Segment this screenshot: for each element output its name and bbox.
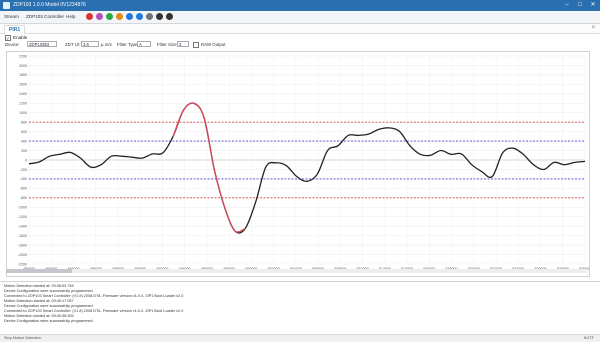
log-line: Device Configuration were successfully p… <box>4 319 93 323</box>
menu-stream[interactable]: Stream <box>4 14 19 19</box>
maximize-icon[interactable]: □ <box>575 1 585 9</box>
title-bar: ZDP103 1.0.0 Model 0V1234876 – □ ✕ <box>0 0 600 11</box>
filter-size-label: Filter Size: <box>157 42 178 47</box>
y-tick-label: -2200 <box>18 262 27 266</box>
toolbar-button-1[interactable] <box>86 13 93 20</box>
signal-chart: -2200-2000-1800-1600-1400-1200-1000-800-… <box>18 54 589 271</box>
scroll-thumb[interactable] <box>6 269 72 273</box>
log-line: Motion Detection started at: 09:36:53.74… <box>4 284 74 288</box>
log-panel: Motion Detection started at: 09:36:53.74… <box>0 281 600 335</box>
status-left: Stop Motion Detection <box>4 336 42 340</box>
filter-size-select[interactable]: 3 <box>177 41 189 47</box>
device-select[interactable]: ZDP103tbt <box>27 41 57 47</box>
y-tick-label: -1200 <box>18 215 27 219</box>
y-tick-label: 600 <box>21 130 27 134</box>
filter-type-label: Filter Type: <box>117 42 139 47</box>
y-tick-label: 2200 <box>19 54 27 58</box>
log-line: Motion Detection started at: 09:40:36.90… <box>4 314 74 318</box>
tab-pir1[interactable]: PIR1 <box>4 25 26 34</box>
y-tick-label: -1000 <box>18 206 27 210</box>
y-tick-label: -400 <box>20 177 27 181</box>
app-icon <box>3 2 10 9</box>
y-tick-label: -200 <box>20 168 27 172</box>
y-tick-label: -800 <box>20 196 27 200</box>
menu-controller[interactable]: ZDP103 Controller <box>26 14 64 19</box>
y-tick-label: 1600 <box>19 83 27 87</box>
y-tick-label: 2000 <box>19 64 27 68</box>
toolbar-button-4[interactable] <box>116 13 123 20</box>
y-tick-label: -1400 <box>18 224 27 228</box>
tab-bar: PIR1 × <box>0 24 600 34</box>
raw-output-checkbox[interactable] <box>193 42 199 48</box>
setting-input[interactable]: 3.6 <box>81 41 99 47</box>
tab-close-icon[interactable]: × <box>591 25 595 31</box>
y-tick-label: 1800 <box>19 73 27 77</box>
toolbar-button-5[interactable] <box>126 13 133 20</box>
toolbar-button-7[interactable] <box>146 13 153 20</box>
y-tick-label: -1600 <box>18 234 27 238</box>
setting-label: ZDT UI: <box>65 42 81 47</box>
minimize-icon[interactable]: – <box>562 1 572 9</box>
menu-help[interactable]: Help <box>66 14 75 19</box>
raw-output-option: RAW Output <box>193 42 225 48</box>
log-line: Motion Detection started at: 09:40:17.05… <box>4 299 74 303</box>
toolbar: Stream ZDP103 Controller Help <box>0 11 600 24</box>
log-line: Connected to ZDP103 Smart Controller: (V… <box>4 294 184 298</box>
y-tick-label: 1400 <box>19 92 27 96</box>
filter-type-select[interactable]: A <box>137 41 151 47</box>
toolbar-button-2[interactable] <box>96 13 103 20</box>
y-tick-label: 0 <box>25 158 27 162</box>
device-label: Device: <box>5 42 20 47</box>
toolbar-button-3[interactable] <box>106 13 113 20</box>
chart-panel: -2200 -2000 -1800 -1600 -1400 -1200 -1000 -800-… <box>6 51 590 277</box>
chart-scrollbar[interactable] <box>6 269 588 273</box>
stop-icon[interactable] <box>166 13 173 20</box>
close-icon[interactable]: ✕ <box>588 1 598 9</box>
play-icon[interactable] <box>156 13 163 20</box>
log-line: Device Configuration were successfully p… <box>4 304 93 308</box>
toolbar-button-6[interactable] <box>136 13 143 20</box>
enable-label: Enable <box>13 35 28 41</box>
parameter-row: Device: ZDP103tbt ZDT UI: 3.6 µ m/s Filt… <box>5 41 595 49</box>
window-controls: – □ ✕ <box>562 1 598 9</box>
log-line: Connected to ZDP103 Smart Controller: (V… <box>4 309 184 313</box>
y-tick-label: -1800 <box>18 243 27 247</box>
status-right: NOTF <box>583 336 594 340</box>
window-title: ZDP103 1.0.0 Model 0V1234876 <box>13 2 86 8</box>
log-line: Device Configuration were successfully p… <box>4 289 93 293</box>
y-tick-label: 400 <box>21 139 27 143</box>
y-tick-label: 800 <box>21 120 27 124</box>
y-tick-label: 1000 <box>19 111 27 115</box>
y-tick-label: -600 <box>20 187 27 191</box>
setting-unit: µ m/s <box>101 42 112 47</box>
y-tick-label: -2000 <box>18 253 27 257</box>
y-tick-label: 1200 <box>19 102 27 106</box>
raw-output-label: RAW Output <box>201 42 226 48</box>
y-tick-label: 200 <box>21 149 27 153</box>
